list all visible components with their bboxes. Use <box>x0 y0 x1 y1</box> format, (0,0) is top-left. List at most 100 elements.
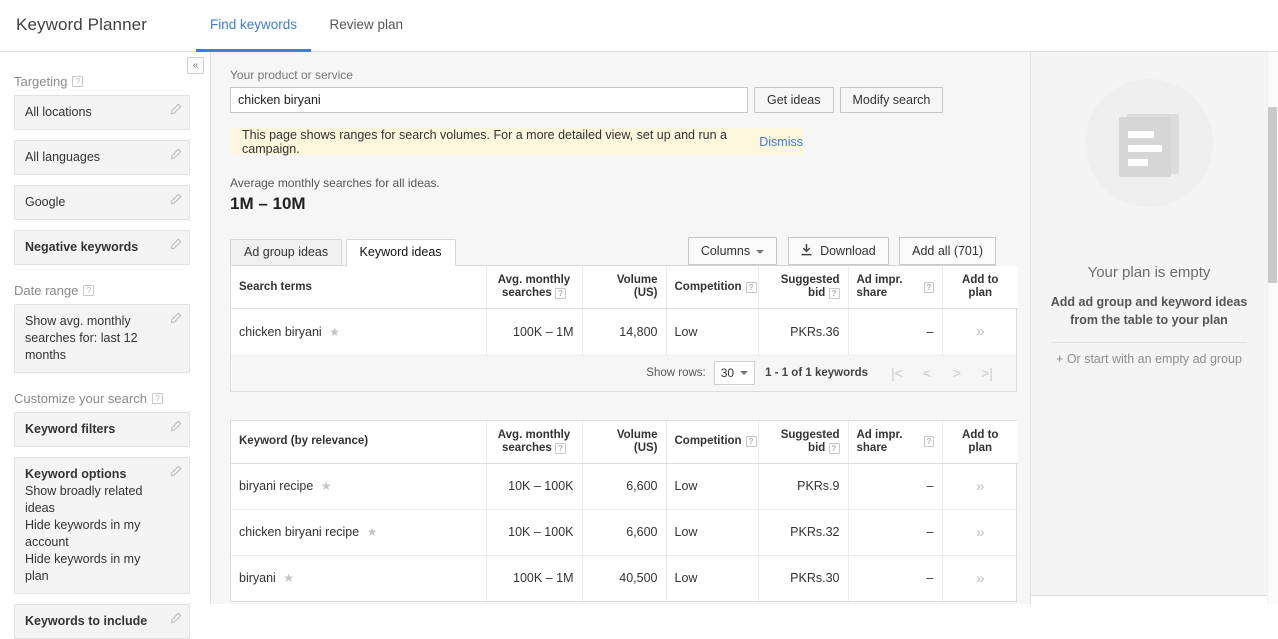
keywords-to-include[interactable]: Keywords to include <box>14 604 190 639</box>
col-ad-impr-share[interactable]: Ad impr. share ? <box>848 266 943 309</box>
pencil-icon[interactable] <box>169 148 182 161</box>
pencil-icon[interactable] <box>169 420 182 433</box>
targeting-negative-keywords[interactable]: Negative keywords <box>14 230 190 265</box>
targeting-all-locations[interactable]: All locations <box>14 95 190 130</box>
last-page-button[interactable]: >| <box>972 365 1002 381</box>
help-icon[interactable]: ? <box>83 285 95 296</box>
cell-competition: Low <box>666 555 759 601</box>
pencil-icon[interactable] <box>169 103 182 116</box>
help-icon[interactable]: ? <box>924 436 934 447</box>
pencil-icon[interactable] <box>169 612 182 625</box>
date-range-section-title: Date range ? <box>14 283 210 298</box>
star-icon[interactable]: ★ <box>321 479 332 493</box>
col-keyword-by-relevance[interactable]: Keyword (by relevance) <box>231 420 487 464</box>
download-button[interactable]: Download <box>787 237 889 265</box>
main-tabs: Find keywords Review plan <box>196 0 417 52</box>
search-field-label: Your product or service <box>230 68 353 82</box>
columns-button[interactable]: Columns <box>687 237 778 265</box>
help-icon[interactable]: ? <box>745 436 757 447</box>
first-page-button[interactable]: |< <box>882 365 912 381</box>
cell-bid: PKRs.9 <box>758 463 849 510</box>
pencil-icon[interactable] <box>169 193 182 206</box>
sidebar: « Targeting ? All locations All language… <box>0 52 211 639</box>
prev-page-button[interactable]: < <box>912 365 942 381</box>
dismiss-link[interactable]: Dismiss <box>759 135 803 149</box>
star-icon[interactable]: ★ <box>367 525 378 539</box>
document-stack-icon <box>1119 114 1179 177</box>
start-empty-ad-group-link[interactable]: + Or start with an empty ad group <box>1031 352 1267 366</box>
help-icon[interactable]: ? <box>828 442 840 454</box>
help-icon[interactable]: ? <box>555 442 567 454</box>
col-suggested-bid[interactable]: Suggested bid ? <box>758 420 849 464</box>
table-row: chicken biryani ★ 100K – 1M 14,800 Low P… <box>231 308 1018 355</box>
customize-section-title: Customize your search ? <box>14 391 210 406</box>
search-input[interactable] <box>230 87 748 113</box>
help-icon[interactable]: ? <box>72 76 84 87</box>
search-row: Get ideas Modify search <box>230 87 1030 113</box>
cell-volume: 14,800 <box>582 308 667 355</box>
cell-add-to-plan[interactable]: » <box>942 555 1018 601</box>
add-all-button[interactable]: Add all (701) <box>899 237 996 265</box>
tab-find-keywords[interactable]: Find keywords <box>196 0 312 52</box>
chevron-double-right-icon[interactable]: » <box>976 323 984 340</box>
cell-add-to-plan[interactable]: » <box>942 463 1018 510</box>
avg-searches-value: 1M – 10M <box>230 194 306 213</box>
col-volume[interactable]: Volume (US) <box>582 420 667 464</box>
col-suggested-bid[interactable]: Suggested bid ? <box>758 266 849 309</box>
cell-add-to-plan[interactable]: » <box>942 309 1018 355</box>
help-icon[interactable]: ? <box>151 393 163 404</box>
help-icon[interactable]: ? <box>745 281 757 293</box>
cell-share: – <box>848 308 943 355</box>
cell-term: biryani recipe ★ <box>231 463 487 510</box>
plan-panel: Your plan is empty Add ad group and keyw… <box>1030 52 1268 605</box>
col-search-terms[interactable]: Search terms <box>231 266 487 309</box>
col-ad-impr-share[interactable]: Ad impr. share ? <box>848 420 943 464</box>
keyword-option-item: Hide keywords in my plan <box>25 552 141 583</box>
next-page-button[interactable]: > <box>942 365 972 381</box>
page-scrollbar-track[interactable] <box>1267 52 1278 604</box>
help-icon[interactable]: ? <box>555 288 567 299</box>
cell-bid: PKRs.32 <box>758 509 849 556</box>
cell-volume: 6,600 <box>582 509 667 556</box>
tab-review-plan[interactable]: Review plan <box>316 0 418 52</box>
col-avg-monthly-searches[interactable]: Avg. monthly searches ? <box>486 420 583 464</box>
help-icon[interactable]: ? <box>828 288 840 299</box>
cell-competition: Low <box>666 308 759 355</box>
page-title: Keyword Planner <box>16 15 147 34</box>
keyword-options[interactable]: Keyword options Show broadly related ide… <box>14 457 190 594</box>
get-ideas-button[interactable]: Get ideas <box>754 87 834 113</box>
targeting-search-network[interactable]: Google <box>14 185 190 220</box>
cell-share: – <box>848 463 943 510</box>
table-header-row: Search terms Avg. monthly searches ? Vol… <box>231 266 1018 309</box>
star-icon[interactable]: ★ <box>329 325 340 339</box>
cell-add-to-plan[interactable]: » <box>942 509 1018 556</box>
tab-keyword-ideas[interactable]: Keyword ideas <box>345 239 456 266</box>
targeting-all-languages[interactable]: All languages <box>14 140 190 175</box>
rows-per-page-select[interactable]: 30 <box>713 361 756 385</box>
keyword-filters[interactable]: Keyword filters <box>14 412 190 447</box>
pencil-icon[interactable] <box>169 312 182 325</box>
col-avg-monthly-searches[interactable]: Avg. monthly searches ? <box>486 266 583 309</box>
col-competition[interactable]: Competition ? <box>666 420 759 464</box>
chevron-double-right-icon[interactable]: » <box>976 478 984 495</box>
page-scrollbar-thumb[interactable] <box>1268 107 1277 283</box>
date-range-value[interactable]: Show avg. monthly searches for: last 12 … <box>14 304 190 373</box>
tab-ad-group-ideas[interactable]: Ad group ideas <box>230 239 343 266</box>
divider <box>1051 342 1247 343</box>
chevron-double-right-icon[interactable]: » <box>976 524 984 541</box>
collapse-sidebar-button[interactable]: « <box>187 57 204 74</box>
modify-search-button[interactable]: Modify search <box>839 87 944 113</box>
col-competition[interactable]: Competition ? <box>666 266 759 309</box>
chevron-double-right-icon[interactable]: » <box>976 570 984 587</box>
help-icon[interactable]: ? <box>924 281 934 293</box>
cell-share: – <box>848 509 943 556</box>
star-icon[interactable]: ★ <box>283 571 294 585</box>
pencil-icon[interactable] <box>169 465 182 478</box>
col-add-to-plan: Add to plan <box>942 266 1018 309</box>
col-volume[interactable]: Volume (US) <box>582 266 667 309</box>
table-row: chicken biryani recipe ★ 10K – 100K 6,60… <box>231 509 1018 556</box>
cell-avg: 100K – 1M <box>486 555 583 601</box>
pencil-icon[interactable] <box>169 238 182 251</box>
cell-avg: 10K – 100K <box>486 463 583 510</box>
top-bar: Keyword Planner Find keywords Review pla… <box>0 0 1278 52</box>
